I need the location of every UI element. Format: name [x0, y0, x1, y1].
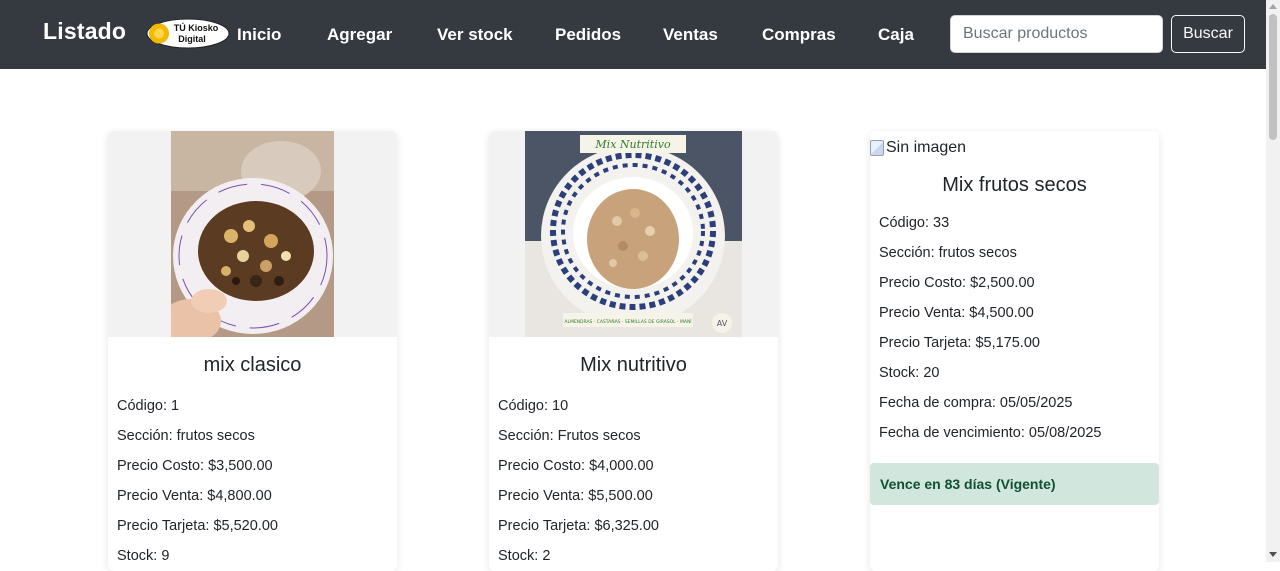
- nav-pedidos[interactable]: Pedidos: [555, 25, 621, 45]
- product-image-mix-nutritivo: Mix Nutritivo ALMENDRAS · CASTAÑAS · SEM…: [525, 131, 742, 337]
- product-name: Mix nutritivo: [580, 354, 687, 376]
- product-section: Sección: frutos secos: [117, 428, 255, 444]
- product-image-mix-clasico: [171, 131, 334, 337]
- expiry-status-alert: Vence en 83 días (Vigente): [870, 463, 1159, 505]
- search-button[interactable]: Buscar: [1171, 15, 1245, 53]
- logo-line2: Digital: [178, 34, 206, 44]
- product-name: Mix frutos secos: [942, 174, 1087, 196]
- broken-image-placeholder: Sin imagen: [870, 133, 1159, 163]
- product-image-frame: [108, 131, 397, 337]
- product-card-price: Precio Tarjeta: $6,325.00: [498, 518, 659, 534]
- kiosko-logo[interactable]: TÚ Kiosko Digital: [146, 18, 230, 49]
- search-input[interactable]: [950, 15, 1163, 53]
- product-code: Código: 10: [498, 398, 569, 414]
- product-image-frame: Mix Nutritivo ALMENDRAS · CASTAÑAS · SEM…: [489, 131, 778, 337]
- product-cost-price: Precio Costo: $2,500.00: [879, 275, 1035, 291]
- product-section: Sección: frutos secos: [879, 245, 1017, 261]
- product-cost-price: Precio Costo: $4,000.00: [498, 458, 654, 474]
- logo-line1: TÚ Kiosko: [174, 22, 219, 33]
- image-alt-text: Sin imagen: [886, 139, 967, 156]
- product-card: mix clasico Código: 1 Sección: frutos se…: [108, 131, 397, 571]
- broken-image-icon: [870, 140, 884, 156]
- product-name: mix clasico: [203, 354, 302, 376]
- image-overlay-caption: ALMENDRAS · CASTAÑAS · SEMILLAS DE GIRAS…: [564, 318, 692, 325]
- scroll-up-arrow-icon[interactable]: [1269, 4, 1277, 9]
- product-stock: Stock: 2: [498, 548, 551, 564]
- product-card: Mix Nutritivo ALMENDRAS · CASTAÑAS · SEM…: [489, 131, 778, 571]
- nav-caja[interactable]: Caja: [878, 25, 914, 45]
- nav-agregar[interactable]: Agregar: [327, 25, 392, 45]
- nav-ventas[interactable]: Ventas: [663, 25, 718, 45]
- nav-compras[interactable]: Compras: [762, 25, 836, 45]
- product-sale-price: Precio Venta: $5,500.00: [498, 488, 653, 504]
- product-code: Código: 1: [117, 398, 180, 414]
- product-section: Sección: Frutos secos: [498, 428, 641, 444]
- product-sale-price: Precio Venta: $4,500.00: [879, 305, 1034, 321]
- image-overlay-title: Mix Nutritivo: [594, 138, 671, 151]
- product-sale-price: Precio Venta: $4,800.00: [117, 488, 272, 504]
- product-card-price: Precio Tarjeta: $5,175.00: [879, 335, 1040, 351]
- scroll-down-arrow-icon[interactable]: [1269, 552, 1277, 557]
- nav-ver-stock[interactable]: Ver stock: [437, 25, 513, 45]
- brand-link[interactable]: Listado: [43, 18, 126, 45]
- top-navbar: Listado TÚ Kiosko Digital Inicio Agregar…: [0, 0, 1266, 69]
- nav-inicio[interactable]: Inicio: [237, 25, 281, 45]
- page-scrollbar[interactable]: [1266, 0, 1280, 562]
- product-purchase-date: Fecha de compra: 05/05/2025: [879, 395, 1073, 411]
- product-expiry-date: Fecha de vencimiento: 05/08/2025: [879, 425, 1102, 441]
- product-cost-price: Precio Costo: $3,500.00: [117, 458, 273, 474]
- product-card: Sin imagen Mix frutos secos Código: 33 S…: [870, 131, 1159, 571]
- product-stock: Stock: 20: [879, 365, 940, 381]
- scroll-thumb[interactable]: [1269, 14, 1277, 140]
- image-badge: AV: [717, 319, 728, 328]
- product-card-price: Precio Tarjeta: $5,520.00: [117, 518, 278, 534]
- product-code: Código: 33: [879, 215, 950, 231]
- product-stock: Stock: 9: [117, 548, 170, 564]
